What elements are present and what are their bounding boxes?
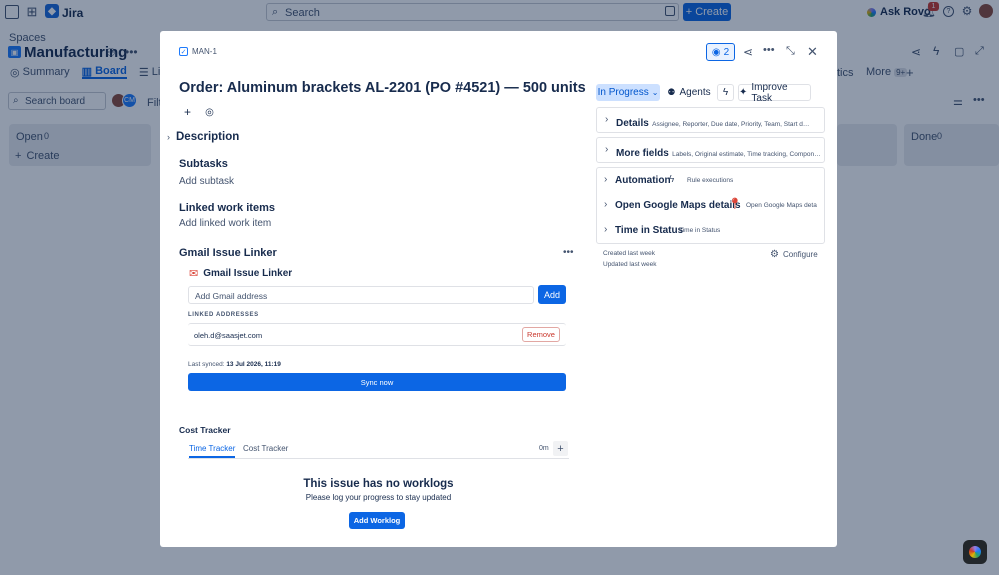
- more-fields-panel[interactable]: › More fields Labels, Original estimate,…: [596, 137, 825, 163]
- add-linked-item-link[interactable]: Add linked work item: [179, 218, 271, 229]
- gmail-input-placeholder: Add Gmail address: [195, 291, 268, 301]
- gmail-app-title-text: Gmail Issue Linker: [203, 268, 293, 279]
- chevron-down-icon: ⌄: [651, 88, 659, 97]
- add-item-button[interactable]: +: [179, 104, 196, 120]
- rovo-chat-button[interactable]: [963, 540, 987, 564]
- remove-address-button[interactable]: Remove: [522, 327, 560, 342]
- linked-address-row: oleh.d@saasjet.com Remove: [188, 323, 566, 346]
- map-pin-icon: 📍︎: [728, 198, 742, 210]
- gmail-section-heading: Gmail Issue Linker: [179, 247, 277, 259]
- add-worklog-button[interactable]: Add Worklog: [349, 512, 405, 529]
- panel-subtitle: Rule executions: [687, 177, 734, 184]
- gear-icon: ⚙: [770, 249, 779, 260]
- improve-label: Improve Task: [751, 81, 788, 104]
- task-type-icon: ✓: [179, 47, 188, 56]
- panel-title: Details: [616, 118, 649, 129]
- description-section[interactable]: › Description: [167, 131, 239, 143]
- created-timestamp: Created last week: [603, 250, 656, 257]
- time-in-status-panel[interactable]: › Time in Status Time in Status: [596, 220, 825, 242]
- automation-bolt-icon: ϟ: [669, 174, 675, 185]
- watchers-button[interactable]: ◉ 2: [706, 43, 735, 61]
- more-actions-icon[interactable]: •••: [763, 44, 775, 56]
- details-panel-text: Details Assignee, Reporter, Due date, Pr…: [616, 115, 821, 129]
- last-synced-value: 13 Jul 2026, 11:19: [226, 361, 281, 368]
- google-maps-panel[interactable]: › Open Google Maps details 📍︎ Open Googl…: [596, 195, 825, 217]
- panel-subtitle: Assignee, Reporter, Due date, Priority, …: [652, 121, 810, 128]
- agents-button[interactable]: ⚉ Agents: [665, 84, 713, 101]
- tab-time-tracker[interactable]: Time Tracker: [189, 444, 236, 458]
- add-time-icon[interactable]: +: [553, 441, 568, 456]
- linked-items-heading: Linked work items: [179, 202, 275, 214]
- sync-now-button[interactable]: Sync now: [188, 373, 566, 391]
- time-spent-value: 0m: [539, 445, 549, 452]
- gmail-app-title: ✉ Gmail Issue Linker: [189, 267, 292, 280]
- chevron-right-icon: ›: [604, 174, 608, 185]
- panel-title: Open Google Maps details: [615, 200, 741, 211]
- panel-title: Automation: [615, 175, 671, 186]
- chevron-right-icon: ›: [167, 132, 170, 142]
- chevron-right-icon: ›: [605, 144, 609, 155]
- automation-panel[interactable]: › Automation ϟ Rule executions: [596, 170, 825, 192]
- add-subtask-link[interactable]: Add subtask: [179, 176, 234, 187]
- issue-dialog: ✓ MAN-1 ◉ 2 ⋖ ••• ⤡ ✕ Order: Aluminum br…: [160, 31, 837, 547]
- chevron-right-icon: ›: [604, 199, 608, 210]
- panel-title: More fields: [616, 148, 669, 159]
- panel-subtitle: Labels, Original estimate, Time tracking…: [672, 151, 821, 158]
- panel-subtitle: Open Google Maps deta: [746, 202, 817, 209]
- last-synced-prefix: Last synced:: [188, 361, 225, 368]
- close-icon[interactable]: ✕: [807, 44, 818, 60]
- eye-icon: ◉: [711, 46, 721, 58]
- tab-cost-tracker[interactable]: Cost Tracker: [243, 444, 288, 453]
- status-label: In Progress: [597, 87, 649, 98]
- chevron-right-icon: ›: [605, 114, 609, 125]
- linked-addresses-header: LINKED ADDRESSES: [188, 312, 259, 318]
- empty-worklogs-title: This issue has no worklogs: [303, 478, 454, 490]
- updated-timestamp: Updated last week: [603, 261, 657, 268]
- more-fields-panel-text: More fields Labels, Original estimate, T…: [616, 145, 821, 159]
- configure-label: Configure: [782, 250, 818, 259]
- last-synced: Last synced: 13 Jul 2026, 11:19: [188, 361, 281, 368]
- automation-button[interactable]: ϟ: [717, 84, 734, 101]
- cost-tracker-heading: Cost Tracker: [179, 425, 231, 435]
- issue-breadcrumb[interactable]: ✓ MAN-1: [179, 47, 217, 56]
- apps-button[interactable]: ◎: [201, 104, 218, 120]
- description-label: Description: [176, 131, 240, 143]
- gmail-logo-icon: ✉: [189, 268, 199, 280]
- share-icon[interactable]: ⋖: [743, 45, 753, 59]
- minimize-icon[interactable]: ⤡: [786, 45, 795, 58]
- cost-tabs: Time Tracker Cost Tracker 0m +: [188, 441, 569, 459]
- chevron-right-icon: ›: [604, 224, 608, 235]
- issue-title[interactable]: Order: Aluminum brackets AL-2201 (PO #45…: [179, 80, 586, 96]
- panel-subtitle: Time in Status: [679, 227, 721, 234]
- empty-worklogs-subtitle: Please log your progress to stay updated: [305, 493, 452, 502]
- panel-title: Time in Status: [615, 225, 684, 236]
- details-panel[interactable]: › Details Assignee, Reporter, Due date, …: [596, 107, 825, 133]
- status-dropdown[interactable]: In Progress ⌄: [596, 84, 660, 101]
- gmail-more-icon[interactable]: •••: [563, 247, 574, 258]
- improve-task-button[interactable]: ✦ Improve Task: [738, 81, 811, 104]
- subtasks-heading: Subtasks: [179, 158, 228, 170]
- configure-button[interactable]: ⚙ Configure: [770, 249, 818, 260]
- agents-icon: ⚉: [667, 87, 676, 97]
- gmail-add-button[interactable]: Add: [538, 285, 566, 304]
- agents-label: Agents: [679, 87, 711, 98]
- sparkle-icon: ✦: [739, 87, 748, 98]
- gmail-address-input[interactable]: Add Gmail address: [188, 286, 534, 304]
- issue-key: MAN-1: [192, 47, 217, 56]
- linked-address-email: oleh.d@saasjet.com: [194, 331, 263, 340]
- watchers-count: 2: [723, 46, 730, 58]
- rovo-logo-icon: [969, 546, 981, 558]
